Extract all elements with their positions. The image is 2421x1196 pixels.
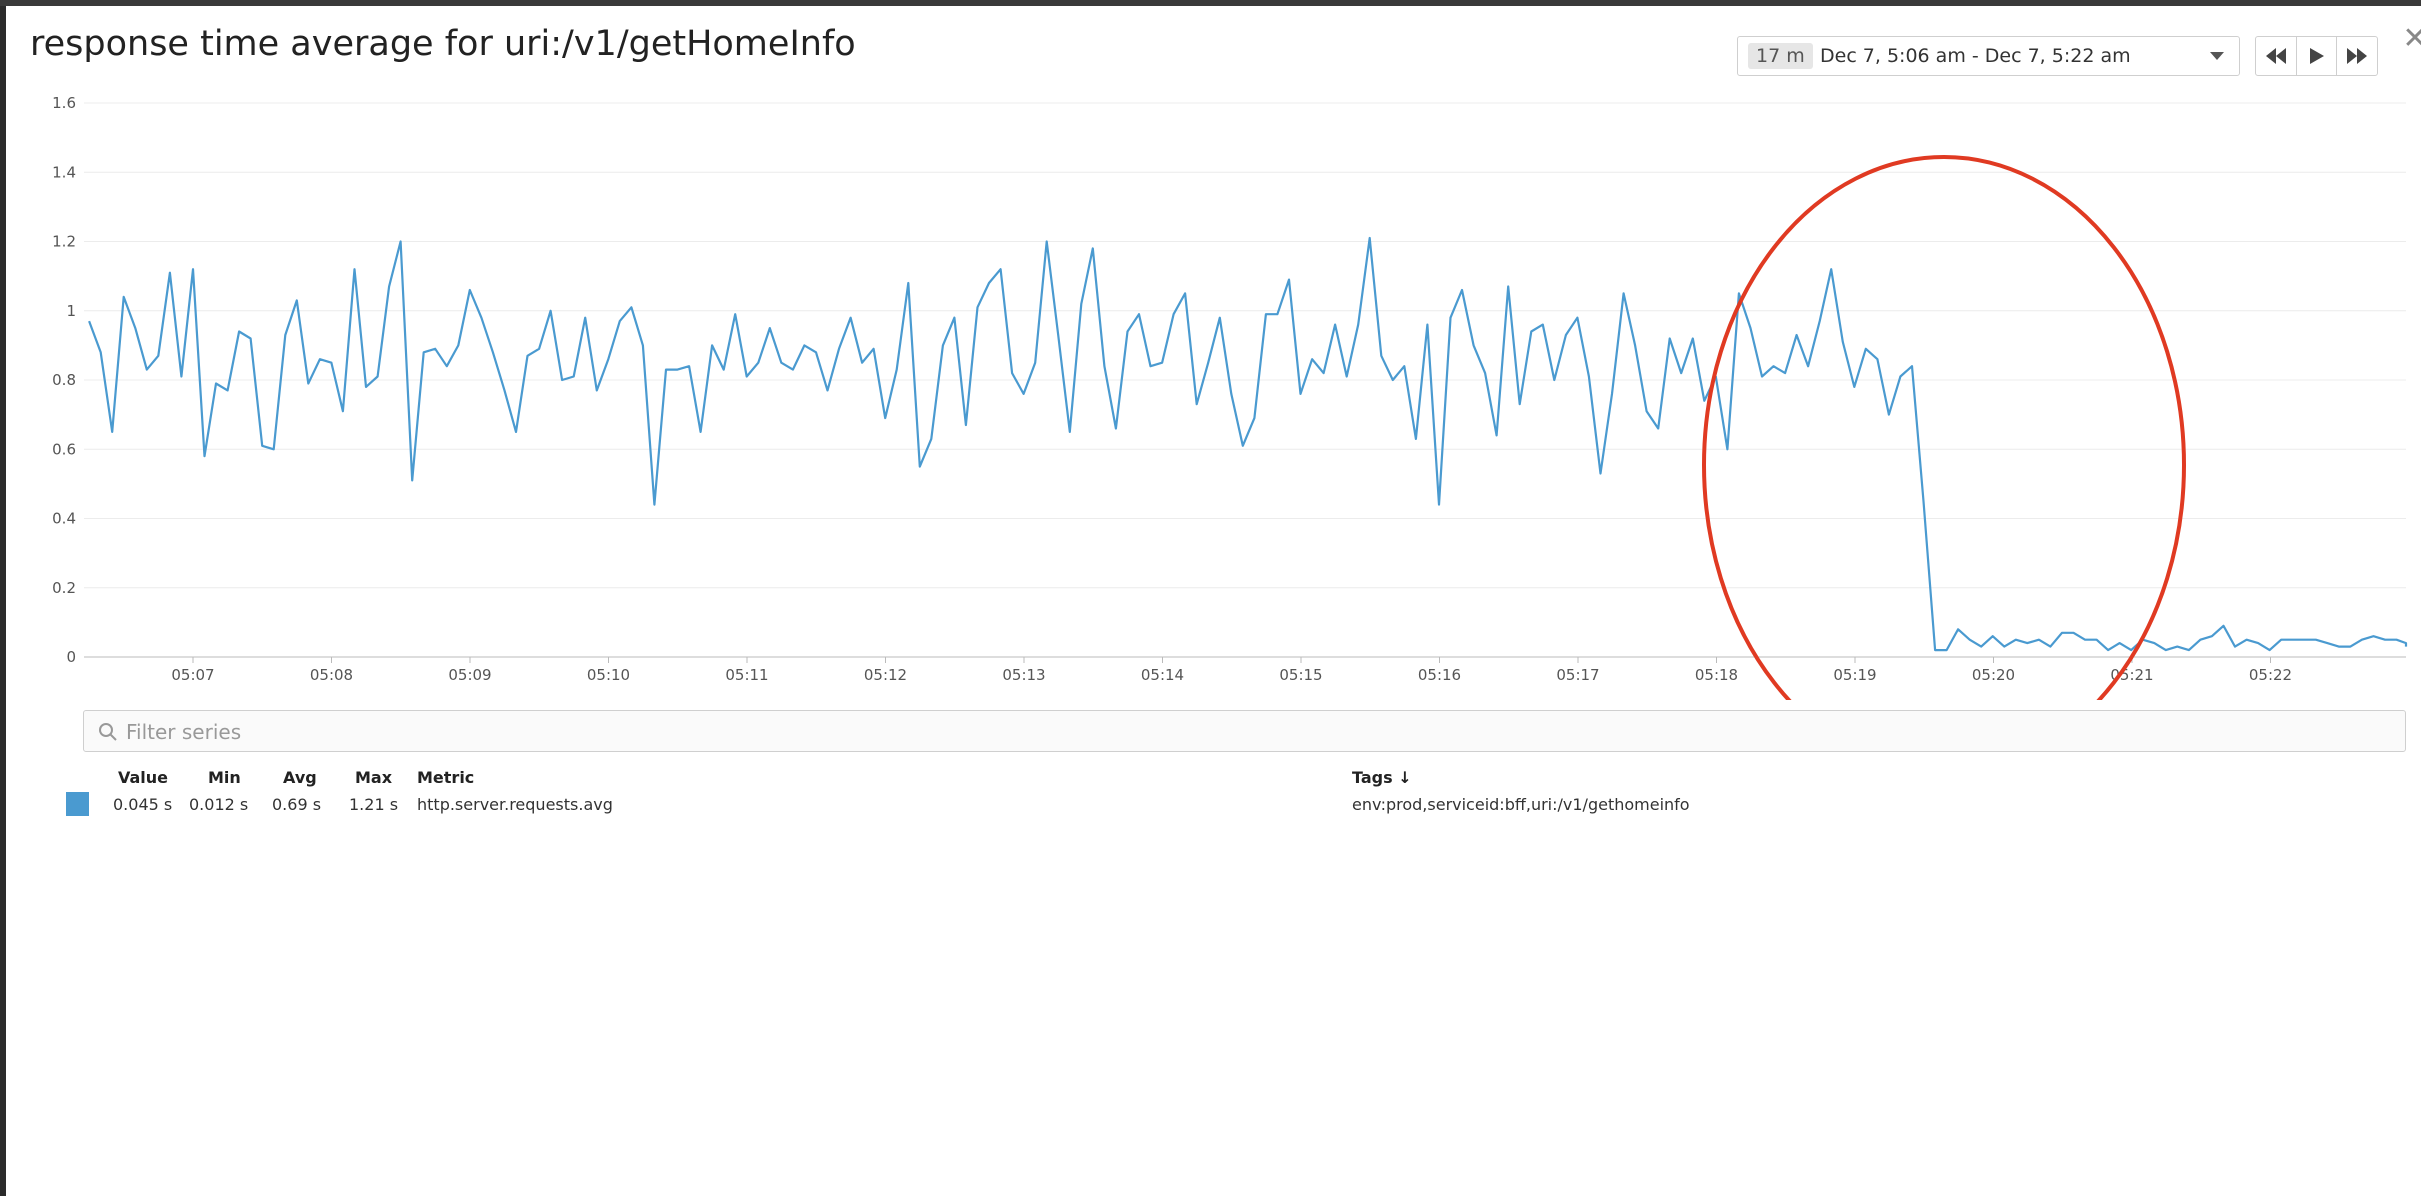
legend-tags: env:prod,serviceid:bff,uri:/v1/gethomein… (1352, 795, 1690, 814)
y-tick-label: 1 (66, 302, 76, 320)
y-tick-label: 0.2 (52, 579, 76, 597)
legend-header-max[interactable]: Max (355, 768, 392, 787)
legend-header-metric[interactable]: Metric (417, 768, 474, 787)
x-tick-label: 05:19 (1833, 666, 1876, 684)
x-tick-label: 05:14 (1141, 666, 1184, 684)
y-tick-label: 1.2 (52, 233, 76, 251)
y-tick-label: 0.4 (52, 510, 76, 528)
x-tick-label: 05:09 (448, 666, 491, 684)
x-tick-label: 05:08 (310, 666, 353, 684)
y-tick-label: 0.6 (52, 440, 76, 458)
legend-header-min[interactable]: Min (208, 768, 241, 787)
line-chart: 0 0.2 0.4 0.6 0.8 1 1.2 1.4 1.6 05:07 05:08 05:09 05… (52, 94, 2408, 700)
x-tick-label: 05:12 (864, 666, 907, 684)
legend-min: 0.012 s (189, 795, 249, 814)
filter-series-input[interactable] (124, 711, 2378, 753)
x-tick-label: 05:15 (1279, 666, 1322, 684)
y-tick-label: 1.6 (52, 94, 76, 112)
legend-value: 0.045 s (113, 795, 173, 814)
x-tick-label: 05:13 (1002, 666, 1045, 684)
series-color-swatch[interactable] (66, 792, 89, 816)
x-tick-label: 05:11 (725, 666, 768, 684)
x-tick-label: 05:07 (171, 666, 214, 684)
x-tick-label: 05:16 (1418, 666, 1461, 684)
x-tick-label: 05:22 (2249, 666, 2292, 684)
legend-header-tags[interactable]: Tags ↓ (1352, 768, 1412, 787)
y-tick-label: 1.4 (52, 163, 76, 181)
highlight-circle (1702, 155, 2186, 700)
legend-metric: http.server.requests.avg (417, 795, 613, 814)
series-line[interactable] (88, 236, 2408, 652)
x-tick-label: 05:20 (1972, 666, 2015, 684)
legend-header-avg[interactable]: Avg (283, 768, 317, 787)
legend-header-value[interactable]: Value (118, 768, 168, 787)
y-tick-label: 0.8 (52, 371, 76, 389)
x-tick-label: 05:18 (1695, 666, 1738, 684)
y-tick-label: 0 (66, 648, 76, 666)
legend-avg: 0.69 s (272, 795, 322, 814)
filter-series-box (83, 710, 2406, 753)
x-tick-label: 05:10 (587, 666, 630, 684)
search-icon (99, 723, 117, 741)
legend-max: 1.21 s (349, 795, 399, 814)
x-tick-label: 05:17 (1556, 666, 1599, 684)
